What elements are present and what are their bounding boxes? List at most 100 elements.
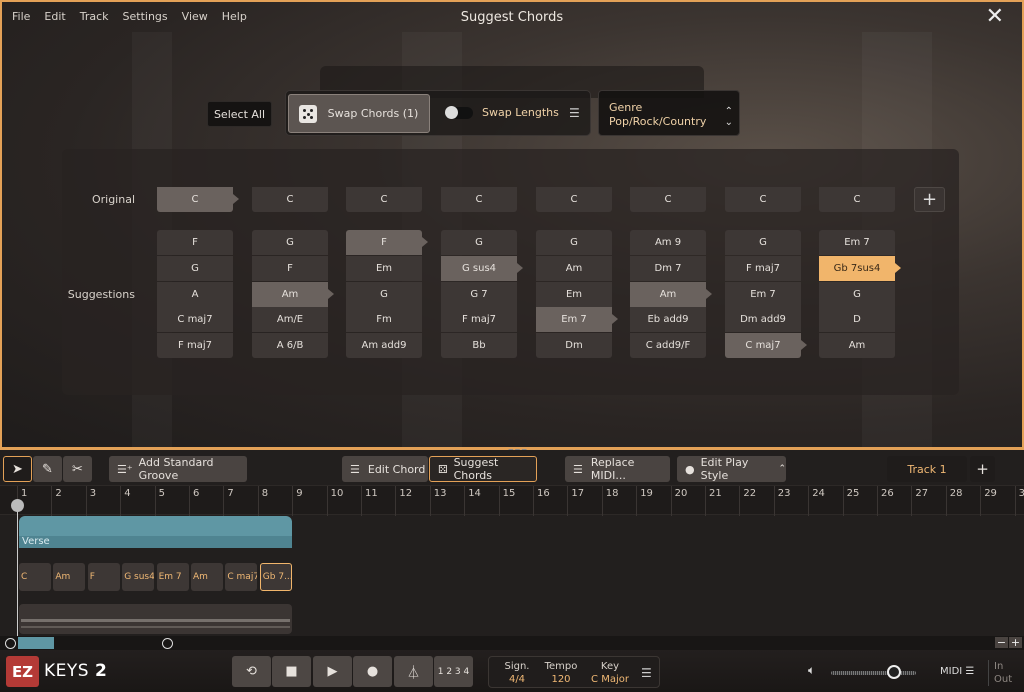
suggested-chord[interactable]: F	[252, 255, 328, 281]
suggested-chord[interactable]: Am	[819, 333, 895, 359]
suggested-chord[interactable]: Em	[536, 281, 612, 307]
suggest-chords-button[interactable]: ⚄ Suggest Chords	[429, 456, 537, 482]
suggested-chord[interactable]: F maj7	[725, 255, 801, 281]
volume-knob[interactable]	[887, 665, 901, 679]
original-chord[interactable]: C	[157, 187, 239, 212]
suggested-chord[interactable]: F	[346, 230, 428, 255]
chord-block[interactable]: G sus4	[122, 563, 155, 591]
suggested-chord[interactable]: Am	[252, 281, 334, 307]
track-tab[interactable]: Track 1	[887, 456, 967, 482]
suggested-chord[interactable]: G	[252, 230, 328, 255]
close-icon[interactable]: ✕	[986, 6, 1004, 28]
draw-tool-button[interactable]: ✎	[33, 456, 62, 482]
chord-block[interactable]: F	[87, 563, 120, 591]
midi-indicator[interactable]: MIDI ☰	[940, 666, 974, 677]
split-tool-button[interactable]: ✂	[63, 456, 92, 482]
suggested-chord[interactable]: C maj7	[157, 307, 233, 333]
suggested-chord[interactable]: G	[725, 230, 801, 255]
swap-lengths-toggle[interactable]	[445, 106, 473, 119]
chord-block[interactable]: Am	[191, 563, 223, 591]
original-chord[interactable]: C	[346, 187, 422, 212]
suggested-chord[interactable]: F	[157, 230, 233, 255]
add-track-button[interactable]: +	[970, 456, 995, 482]
select-tool-button[interactable]: ➤	[3, 456, 32, 482]
swap-chords-button[interactable]: Swap Chords (1)	[288, 94, 430, 133]
suggested-chord[interactable]: Am	[630, 281, 712, 307]
speaker-icon[interactable]: 🔈︎	[808, 663, 815, 678]
suggested-chord[interactable]: G	[441, 230, 517, 255]
genre-value: Pop/Rock/Country	[609, 115, 707, 128]
chord-block[interactable]: C	[19, 563, 51, 591]
suggested-chord[interactable]: Dm add9	[725, 307, 801, 333]
suggested-chord[interactable]: G 7	[441, 281, 517, 307]
suggested-chord[interactable]: G	[157, 255, 233, 281]
suggested-chord[interactable]: G	[346, 281, 422, 307]
chord-block[interactable]: C maj7	[225, 563, 258, 591]
scroll-start-handle[interactable]	[5, 638, 16, 649]
suggested-chord[interactable]: Em 7	[725, 281, 801, 307]
suggested-chord[interactable]: Am/E	[252, 307, 328, 333]
suggested-chord[interactable]: G	[819, 281, 895, 307]
suggested-chord[interactable]: Gb 7sus4	[819, 255, 901, 281]
original-label: Original	[91, 193, 135, 206]
original-chord[interactable]: C	[536, 187, 612, 212]
edit-play-style-button[interactable]: ● Edit Play Style ⌃	[677, 456, 786, 482]
replace-midi-button[interactable]: ☰ Replace MIDI...	[565, 456, 670, 482]
menu-icon[interactable]: ☰	[569, 106, 580, 120]
edit-chord-button[interactable]: ☰ Edit Chord	[342, 456, 428, 482]
suggested-chord[interactable]: G sus4	[441, 255, 523, 281]
count-in-button[interactable]: 1 2 3 4	[434, 656, 473, 687]
suggested-chord[interactable]: Eb add9	[630, 307, 706, 333]
timeline-ruler[interactable]: 1 2 3 4 5 6 7 8 9 10 11 12 13 14 15 16 17 18 19 20 21 22 23 24 2…	[0, 485, 1024, 516]
suggested-chord[interactable]: Am	[536, 255, 612, 281]
zoom-out-button[interactable]: −	[995, 637, 1008, 648]
verse-part[interactable]: Verse	[19, 516, 292, 548]
add-column-button[interactable]: +	[914, 187, 945, 212]
genre-select[interactable]: Genre Pop/Rock/Country ⌃ ⌄	[598, 90, 740, 136]
stop-button[interactable]: ■	[272, 656, 311, 687]
suggested-chord[interactable]: Am add9	[346, 333, 422, 359]
ruler-bar-number: 30	[1014, 486, 1024, 516]
suggested-chord[interactable]: Am 9	[630, 230, 706, 255]
loop-button[interactable]: ⟲	[232, 656, 271, 687]
scroll-end-handle[interactable]	[162, 638, 173, 649]
suggested-chord[interactable]: G	[536, 230, 612, 255]
select-all-button[interactable]: Select All	[207, 101, 272, 127]
scroll-thumb[interactable]	[18, 637, 54, 649]
replace-midi-label: Replace MIDI...	[590, 456, 635, 482]
suggested-chord[interactable]: F maj7	[441, 307, 517, 333]
suggested-chord[interactable]: A 6/B	[252, 333, 328, 359]
groove-add-icon: ☰⁺	[117, 462, 133, 476]
menu-icon[interactable]: ☰	[641, 666, 652, 680]
song-info-panel[interactable]: Sign. 4/4 Tempo 120 Key C Major ☰	[488, 656, 660, 688]
suggested-chord[interactable]: Dm	[536, 333, 612, 359]
suggested-chord[interactable]: Em	[346, 255, 422, 281]
chord-block[interactable]: Gb 7...	[259, 563, 292, 591]
suggested-chord[interactable]: Fm	[346, 307, 422, 333]
suggested-chord[interactable]: Bb	[441, 333, 517, 359]
horizontal-scrollbar[interactable]	[0, 636, 1024, 650]
volume-slider[interactable]	[831, 671, 916, 675]
original-chord[interactable]: C	[630, 187, 706, 212]
suggested-chord[interactable]: C maj7	[725, 333, 807, 359]
suggested-chord[interactable]: Em 7	[536, 307, 618, 333]
original-chord[interactable]: C	[441, 187, 517, 212]
record-button[interactable]: ●	[353, 656, 392, 687]
original-chord[interactable]: C	[725, 187, 801, 212]
zoom-in-button[interactable]: +	[1009, 637, 1022, 648]
add-standard-groove-button[interactable]: ☰⁺ Add Standard Groove	[109, 456, 247, 482]
suggested-chord[interactable]: A	[157, 281, 233, 307]
play-button[interactable]: ▶	[313, 656, 352, 687]
playhead-handle[interactable]	[11, 499, 24, 512]
midi-lane[interactable]	[19, 604, 292, 634]
chord-block[interactable]: Em 7	[156, 563, 189, 591]
chord-block[interactable]: Am	[53, 563, 86, 591]
metronome-button[interactable]: ⏃	[394, 656, 433, 687]
suggested-chord[interactable]: F maj7	[157, 333, 233, 359]
suggested-chord[interactable]: Dm 7	[630, 255, 706, 281]
suggested-chord[interactable]: Em 7	[819, 230, 895, 255]
original-chord[interactable]: C	[252, 187, 328, 212]
original-chord[interactable]: C	[819, 187, 895, 212]
suggested-chord[interactable]: D	[819, 307, 895, 333]
suggested-chord[interactable]: C add9/F	[630, 333, 706, 359]
